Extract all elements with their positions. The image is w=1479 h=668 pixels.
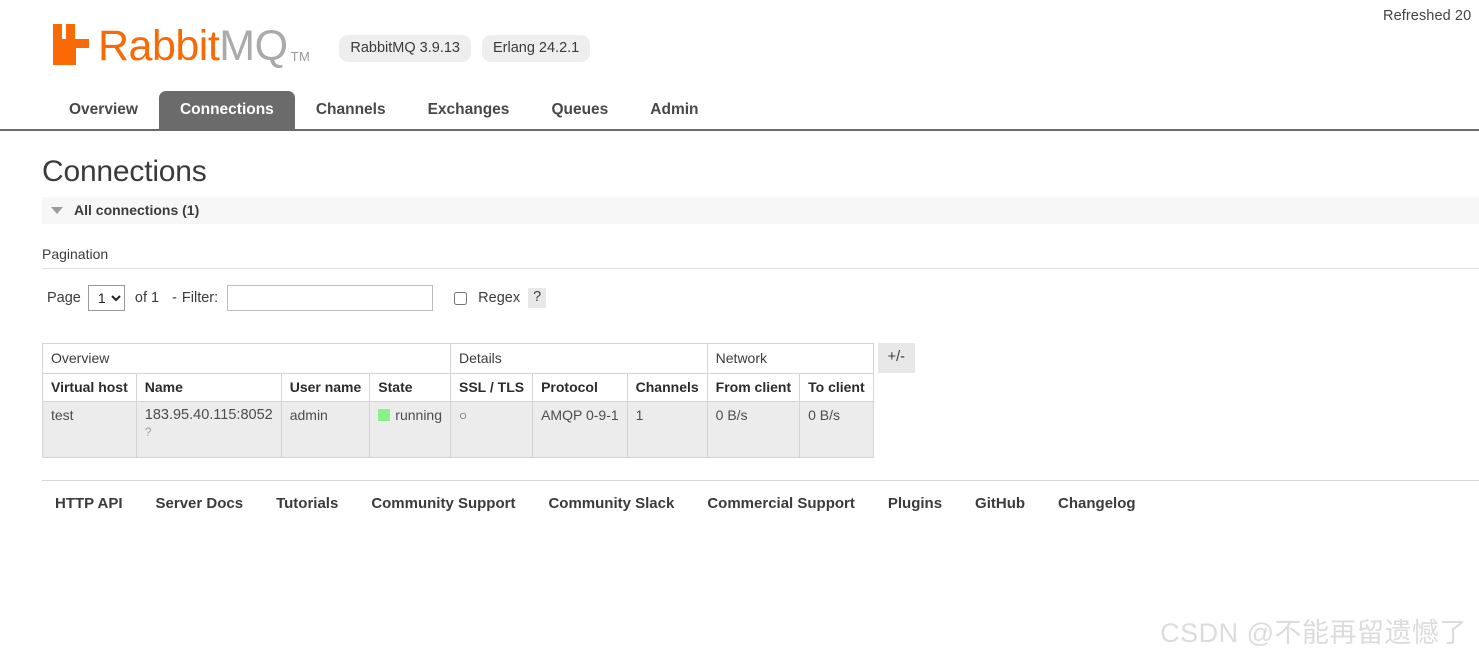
brand-logo[interactable]: RabbitMQ TM RabbitMQ 3.9.13 Erlang 24.2.… (52, 14, 591, 68)
trademark-mark: TM (290, 49, 311, 64)
column-name[interactable]: Name (135, 373, 282, 402)
footer-link-github[interactable]: GitHub (975, 495, 1025, 512)
regex-help-button[interactable]: ? (528, 288, 547, 308)
cell-ssl-tls: ○ (449, 401, 534, 458)
group-header-overview: Overview (42, 343, 451, 374)
page-total-label: of 1 (134, 290, 160, 306)
column-channels[interactable]: Channels (626, 373, 708, 402)
regex-label: Regex (478, 290, 521, 306)
footer-link-changelog[interactable]: Changelog (1058, 495, 1136, 512)
column-protocol[interactable]: Protocol (532, 373, 628, 402)
regex-checkbox[interactable] (454, 291, 468, 305)
pagination-separator: - (172, 290, 177, 306)
table-row[interactable]: test 183.95.40.115:8052 ? admin running … (42, 401, 874, 458)
column-user-name[interactable]: User name (280, 373, 371, 402)
filter-input[interactable] (227, 285, 434, 311)
pagination-controls: Page 1 of 1 - Filter: Regex ? (47, 285, 1479, 311)
connections-table: Overview Details Network Virtual host Na… (42, 343, 874, 458)
brand-secondary: MQ (219, 22, 288, 70)
filter-label: Filter: (181, 290, 219, 306)
watermark: CSDN @不能再留遗憾了 (1160, 618, 1467, 648)
connection-name-link[interactable]: 183.95.40.115:8052 (145, 407, 273, 423)
tab-overview[interactable]: Overview (48, 91, 159, 129)
cell-user-name: admin (280, 401, 371, 458)
state-indicator-icon (378, 409, 391, 421)
tab-channels[interactable]: Channels (295, 91, 407, 129)
badge-rabbitmq-version: RabbitMQ 3.9.13 (339, 35, 471, 62)
footer-link-plugins[interactable]: Plugins (888, 495, 942, 512)
column-ssl-tls[interactable]: SSL / TLS (449, 373, 534, 402)
brand-wordmark: RabbitMQ (98, 24, 288, 68)
table-column-header-row: Virtual host Name User name State SSL / … (42, 373, 874, 402)
page-select[interactable]: 1 (87, 285, 125, 311)
badge-erlang-version: Erlang 24.2.1 (481, 35, 591, 62)
footer-link-community-slack[interactable]: Community Slack (548, 495, 674, 512)
column-state[interactable]: State (369, 373, 451, 402)
footer-link-commercial-support[interactable]: Commercial Support (707, 495, 855, 512)
chevron-down-icon (51, 206, 63, 214)
footer-link-community-support[interactable]: Community Support (371, 495, 515, 512)
group-header-network: Network (706, 343, 874, 374)
cell-name[interactable]: 183.95.40.115:8052 ? (135, 401, 282, 458)
page-label: Page (47, 290, 81, 306)
column-virtual-host[interactable]: Virtual host (42, 373, 137, 402)
pagination-heading: Pagination (42, 246, 1479, 269)
main-content: Connections All connections (1) Paginati… (0, 131, 1479, 458)
cell-state: running (369, 401, 451, 458)
group-header-details: Details (450, 343, 708, 374)
state-label: running (395, 407, 442, 423)
cell-virtual-host: test (42, 401, 137, 458)
cell-protocol: AMQP 0-9-1 (532, 401, 628, 458)
main-navigation: Overview Connections Channels Exchanges … (0, 91, 1479, 131)
cell-from-client: 0 B/s (706, 401, 801, 458)
page-footer: HTTP API Server Docs Tutorials Community… (42, 480, 1479, 512)
tab-queues[interactable]: Queues (530, 91, 629, 129)
cell-channels: 1 (626, 401, 708, 458)
footer-link-http-api[interactable]: HTTP API (55, 495, 123, 512)
cell-to-client: 0 B/s (799, 401, 874, 458)
app-header: RabbitMQ TM RabbitMQ 3.9.13 Erlang 24.2.… (0, 0, 1479, 88)
column-to-client[interactable]: To client (799, 373, 874, 402)
version-badges: RabbitMQ 3.9.13 Erlang 24.2.1 (339, 35, 591, 62)
brand-primary: Rabbit (98, 22, 220, 70)
tab-exchanges[interactable]: Exchanges (407, 91, 531, 129)
column-from-client[interactable]: From client (706, 373, 801, 402)
tab-connections[interactable]: Connections (158, 91, 295, 129)
footer-link-tutorials[interactable]: Tutorials (276, 495, 338, 512)
section-toggle-all-connections[interactable]: All connections (1) (42, 197, 1479, 224)
section-title: All connections (1) (74, 202, 200, 218)
row-help-icon[interactable]: ? (145, 425, 273, 439)
tab-admin[interactable]: Admin (629, 91, 719, 129)
connections-table-wrap: Overview Details Network Virtual host Na… (42, 343, 1479, 458)
table-group-header-row: Overview Details Network (42, 343, 874, 374)
toggle-columns-button[interactable]: +/- (877, 343, 915, 373)
footer-link-server-docs[interactable]: Server Docs (156, 495, 244, 512)
rabbitmq-logo-icon (52, 22, 96, 66)
page-title: Connections (42, 155, 207, 188)
